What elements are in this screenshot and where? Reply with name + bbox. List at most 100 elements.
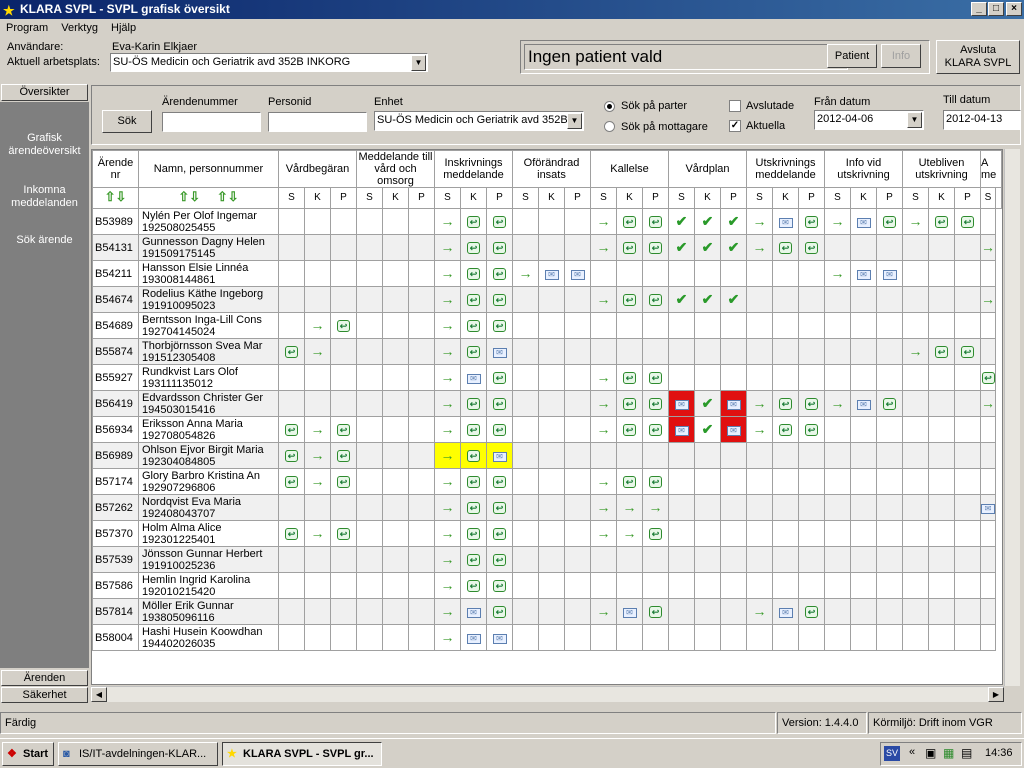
status-cell[interactable]: → — [434, 312, 461, 339]
status-cell[interactable]: ↩ — [278, 520, 305, 547]
status-cell[interactable]: → — [824, 260, 851, 287]
close-button[interactable]: × — [1006, 2, 1022, 16]
table-row[interactable]: B55874 Thorbjörnsson Svea Mar 191512305408… — [92, 338, 1002, 365]
status-cell[interactable]: ↩ — [642, 234, 669, 261]
status-cell[interactable]: ↩ — [980, 364, 996, 391]
info-button[interactable]: Info — [881, 44, 921, 68]
status-cell[interactable]: → — [304, 442, 331, 469]
status-cell[interactable]: → — [590, 520, 617, 547]
sidebar-link-grafisk[interactable]: Grafisk ärendeöversikt — [0, 132, 89, 158]
status-cell[interactable]: ↩ — [642, 520, 669, 547]
status-cell[interactable]: ✔ — [720, 234, 747, 261]
enhet-dropdown[interactable]: SU-ÖS Medicin och Geriatrik avd 352B ▼ — [374, 111, 584, 131]
status-cell[interactable]: ↩ — [486, 572, 513, 599]
status-cell[interactable]: → — [434, 598, 461, 625]
status-cell[interactable]: → — [434, 364, 461, 391]
workplace-dropdown[interactable]: SU-ÖS Medicin och Geriatrik avd 352B INK… — [110, 53, 428, 72]
table-row[interactable]: B54211 Hansson Elsie Linnéa 193008144861 → ↩… — [92, 260, 1002, 287]
patient-cell[interactable]: Rodelius Käthe Ingeborg 191910095023 — [138, 286, 279, 313]
status-cell[interactable]: ↩ — [278, 442, 305, 469]
status-cell[interactable]: ↩ — [486, 416, 513, 443]
patient-cell[interactable]: Hashi Husein Koowdhan 194402026035 — [138, 624, 279, 651]
status-cell[interactable]: → — [590, 416, 617, 443]
lang-indicator[interactable]: SV — [884, 746, 900, 761]
status-cell[interactable]: → — [980, 390, 996, 417]
status-cell[interactable]: ✔ — [694, 390, 721, 417]
status-cell[interactable]: ↩ — [486, 494, 513, 521]
status-cell[interactable]: ↩ — [460, 260, 487, 287]
status-cell[interactable]: ↩ — [330, 416, 357, 443]
table-row[interactable]: B56419 Edvardsson Christer Ger 19450301541… — [92, 390, 1002, 417]
status-cell[interactable]: ↩ — [486, 546, 513, 573]
status-cell[interactable]: → — [902, 338, 929, 365]
status-cell[interactable]: → — [434, 468, 461, 495]
arende-id[interactable]: B54211 — [92, 260, 139, 287]
status-cell[interactable]: → — [434, 546, 461, 573]
status-cell[interactable]: → — [434, 390, 461, 417]
status-cell[interactable]: → — [616, 520, 643, 547]
status-cell[interactable]: → — [746, 208, 773, 235]
checkbox-aktuella[interactable]: ✓ — [729, 120, 741, 132]
status-cell[interactable]: ✉ — [486, 624, 513, 651]
status-cell[interactable]: ↩ — [616, 364, 643, 391]
status-cell[interactable]: → — [434, 338, 461, 365]
status-cell[interactable]: ↩ — [330, 468, 357, 495]
vertical-scrollbar[interactable] — [1004, 149, 1020, 686]
status-cell[interactable]: → — [434, 286, 461, 313]
arende-id[interactable]: B57174 — [92, 468, 139, 495]
arende-id[interactable]: B57262 — [92, 494, 139, 521]
status-cell[interactable]: ↩ — [460, 234, 487, 261]
patient-cell[interactable]: Ohlson Ejvor Birgit Maria 192304084805 — [138, 442, 279, 469]
status-cell[interactable]: → — [590, 468, 617, 495]
table-row[interactable]: B53989 Nylén Per Olof Ingemar 192508025455… — [92, 208, 1002, 235]
menu-hjalp[interactable]: Hjälp — [107, 22, 140, 34]
arende-id[interactable]: B56419 — [92, 390, 139, 417]
table-row[interactable]: B57174 Glory Barbro Kristina An 1929072968… — [92, 468, 1002, 495]
status-cell[interactable]: ↩ — [486, 520, 513, 547]
status-cell[interactable]: ✉ — [460, 598, 487, 625]
status-cell[interactable]: → — [746, 598, 773, 625]
status-cell[interactable]: ↩ — [798, 390, 825, 417]
status-cell[interactable]: ↩ — [460, 572, 487, 599]
patient-cell[interactable]: Holm Alma Alice 192301225401 — [138, 520, 279, 547]
status-cell[interactable]: ↩ — [772, 416, 799, 443]
status-cell[interactable]: → — [304, 520, 331, 547]
status-cell[interactable]: ↩ — [954, 208, 981, 235]
from-date-dropdown[interactable]: 2012-04-06 ▼ — [814, 110, 924, 130]
status-cell[interactable]: ↩ — [460, 468, 487, 495]
status-cell[interactable]: ✉ — [460, 624, 487, 651]
patient-button[interactable]: Patient — [827, 44, 877, 68]
table-row[interactable]: B57814 Möller Erik Gunnar 193805096116 → ✉ ↩ →… — [92, 598, 1002, 625]
radio-parter[interactable] — [604, 101, 615, 112]
table-row[interactable]: B56989 Ohlson Ejvor Birgit Maria 192304084… — [92, 442, 1002, 469]
status-cell[interactable]: ✔ — [694, 208, 721, 235]
status-cell[interactable]: ↩ — [772, 234, 799, 261]
status-cell[interactable]: ↩ — [330, 520, 357, 547]
table-row[interactable]: B57370 Holm Alma Alice 192301225401 ↩ → ↩ → ↩ ↩ →… — [92, 520, 1002, 547]
status-cell[interactable]: ↩ — [642, 364, 669, 391]
patient-cell[interactable]: Hansson Elsie Linnéa 193008144861 — [138, 260, 279, 287]
arende-input[interactable] — [162, 112, 261, 132]
status-cell[interactable]: ↩ — [460, 494, 487, 521]
status-cell[interactable]: ↩ — [798, 208, 825, 235]
status-cell[interactable]: ✉ — [850, 390, 877, 417]
sort-arrow-icon[interactable]: ⇧⇩ — [105, 189, 127, 204]
status-cell[interactable]: → — [434, 624, 461, 651]
status-cell[interactable]: → — [590, 286, 617, 313]
start-button[interactable]: ❖ Start — [2, 742, 54, 766]
status-cell[interactable]: ↩ — [486, 390, 513, 417]
exit-button[interactable]: Avsluta KLARA SVPL — [936, 40, 1020, 74]
tray-chevron-icon[interactable]: « — [909, 746, 915, 758]
sidebar-link-sok[interactable]: Sök ärende — [0, 234, 89, 247]
status-cell[interactable]: → — [746, 390, 773, 417]
chevron-down-icon[interactable]: ▼ — [907, 112, 922, 128]
status-cell[interactable]: ✉ — [876, 260, 903, 287]
status-cell[interactable]: ↩ — [798, 234, 825, 261]
arende-id[interactable]: B55874 — [92, 338, 139, 365]
status-cell[interactable]: → — [902, 208, 929, 235]
status-cell[interactable]: ✉ — [486, 442, 513, 469]
status-cell[interactable]: ✔ — [694, 234, 721, 261]
horizontal-scrollbar[interactable]: ◀ ▶ — [91, 686, 1004, 702]
status-cell[interactable]: → — [590, 598, 617, 625]
status-cell[interactable]: ✔ — [694, 416, 721, 443]
